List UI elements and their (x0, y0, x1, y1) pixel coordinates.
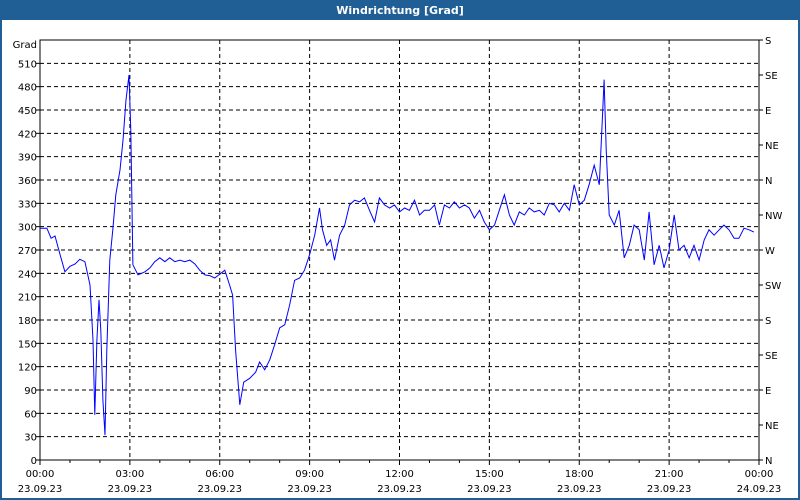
x-tick-time: 21:00 (655, 469, 684, 480)
y-tick-label: 180 (18, 316, 37, 327)
y-tick-label: 300 (18, 223, 37, 234)
y-tick-label: 60 (24, 409, 37, 420)
x-tick-time: 18:00 (565, 469, 594, 480)
y-tick-label: 360 (18, 176, 37, 187)
x-tick-time: 12:00 (385, 469, 414, 480)
x-tick-date: 23.09.23 (197, 484, 242, 495)
x-tick-date: 23.09.23 (557, 484, 602, 495)
x-tick-time: 00:00 (26, 469, 55, 480)
y-axis-label: Grad (13, 40, 37, 51)
y-tick-label: 120 (18, 363, 37, 374)
grid (40, 40, 759, 460)
right-tick-label: NW (765, 211, 782, 222)
x-tick-date: 23.09.23 (108, 484, 153, 495)
right-tick-label: S (765, 36, 771, 47)
x-tick-date: 23.09.23 (377, 484, 422, 495)
x-tick-time: 15:00 (475, 469, 504, 480)
y-tick-label: 150 (18, 339, 37, 350)
series-line (40, 74, 755, 436)
y-tick-label: 0 (31, 456, 37, 467)
y-tick-label: 330 (18, 199, 37, 210)
y-tick-label: 210 (18, 293, 37, 304)
x-tick-time: 09:00 (295, 469, 324, 480)
right-tick-label: W (765, 246, 775, 257)
right-tick-label: SE (765, 351, 778, 362)
x-tick-date: 23.09.23 (287, 484, 332, 495)
x-tick-time: 03:00 (115, 469, 144, 480)
chart-window: Windrichtung [Grad] 0 30 60 90 120 150 180 210 2… (0, 0, 800, 500)
chart-svg: 0 30 60 90 120 150 180 210 240 270 300 330 360 390 420… (13, 36, 783, 495)
right-tick-label: NE (765, 141, 779, 152)
right-tick-label: NE (765, 421, 779, 432)
series-layer (40, 74, 755, 436)
axes: 0 30 60 90 120 150 180 210 240 270 300 330 360 390 420… (13, 36, 783, 495)
x-tick-time: 06:00 (205, 469, 234, 480)
y-tick-label: 240 (18, 269, 37, 280)
y-tick-label: 420 (18, 129, 37, 140)
x-tick-date: 24.09.23 (737, 484, 782, 495)
y-tick-label: 270 (18, 246, 37, 257)
right-tick-label: N (765, 456, 772, 467)
right-tick-label: SW (765, 281, 781, 292)
y-tick-label: 30 (24, 433, 37, 444)
x-tick-date: 23.09.23 (18, 484, 63, 495)
right-tick-label: S (765, 316, 771, 327)
x-tick-date: 23.09.23 (467, 484, 512, 495)
x-tick-date: 23.09.23 (647, 484, 692, 495)
y-tick-label: 450 (18, 106, 37, 117)
right-tick-label: E (765, 386, 771, 397)
right-tick-label: E (765, 106, 771, 117)
y-tick-label: 390 (18, 153, 37, 164)
y-tick-label: 90 (24, 386, 37, 397)
y-tick-label: 480 (18, 83, 37, 94)
right-tick-label: SE (765, 71, 778, 82)
x-tick-time: 00:00 (745, 469, 774, 480)
right-tick-label: N (765, 176, 772, 187)
y-tick-label: 510 (18, 59, 37, 70)
